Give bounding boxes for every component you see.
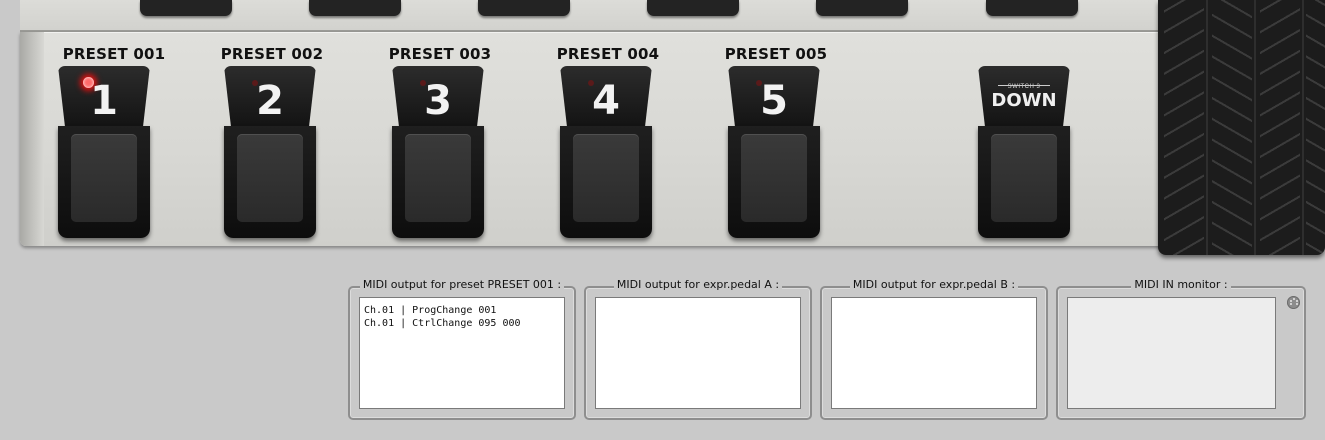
midi-in-title: MIDI IN monitor : [1131,278,1231,291]
midi-connector-icon [1287,296,1300,309]
footswitch-pad [71,134,137,222]
footswitch-number: 1 [90,78,118,124]
pedal-tread-icon [1164,0,1204,255]
footswitch-number: 5 [760,78,788,124]
footswitch-4[interactable]: 4 [560,66,652,238]
preset-label-1: PRESET 001 [62,45,166,63]
footswitch-body [392,126,484,238]
pedal-tread-icon [1212,0,1252,255]
down-label: DOWN [978,85,1070,112]
preset-label-3: PRESET 003 [388,45,492,63]
footswitch-pad [991,134,1057,222]
footswitch-body [728,126,820,238]
footswitch-body [58,126,150,238]
footswitch-5[interactable]: 5 [728,66,820,238]
footswitch-number: 3 [424,78,452,124]
expr-b-log[interactable] [831,297,1037,409]
expression-pedal[interactable] [1158,0,1325,255]
pedal-rail [1254,0,1256,255]
pedal-tread-icon [1260,0,1300,255]
footswitch-pad [237,134,303,222]
pedal-tread-icon [1306,0,1325,255]
footswitch-body [978,126,1070,238]
down-footswitch[interactable]: SWITCH 3 DOWN [978,66,1070,238]
footswitch-3[interactable]: 3 [392,66,484,238]
footswitch-2[interactable]: 2 [224,66,316,238]
midi-in-log[interactable] [1067,297,1276,409]
preset-output-log[interactable]: Ch.01 | ProgChange 001 Ch.01 | CtrlChang… [359,297,565,409]
midi-in-panel: MIDI IN monitor : [1056,278,1306,420]
expr-a-log[interactable] [595,297,801,409]
footswitch-1[interactable]: 1 [58,66,150,238]
footswitch-number: 2 [256,78,284,124]
expr-b-title: MIDI output for expr.pedal B : [849,278,1019,291]
footswitch-pad [405,134,471,222]
pedal-board-edge [20,32,44,246]
pedal-rail [1302,0,1304,255]
footswitch-body [560,126,652,238]
footswitch-pad [741,134,807,222]
log-line: Ch.01 | ProgChange 001 [364,305,497,316]
upper-switch-5[interactable] [816,0,908,16]
footswitch-body [224,126,316,238]
preset-label-4: PRESET 004 [556,45,660,63]
preset-output-panel: MIDI output for preset PRESET 001 : Ch.0… [348,278,576,420]
expr-a-panel: MIDI output for expr.pedal A : [584,278,812,420]
upper-switch-1[interactable] [140,0,232,16]
preset-label-5: PRESET 005 [724,45,828,63]
footswitch-pad [573,134,639,222]
preset-label-2: PRESET 002 [220,45,324,63]
expr-a-title: MIDI output for expr.pedal A : [613,278,783,291]
upper-switch-4[interactable] [647,0,739,16]
upper-switch-2[interactable] [309,0,401,16]
upper-switch-6[interactable] [986,0,1078,16]
expr-b-panel: MIDI output for expr.pedal B : [820,278,1048,420]
preset-output-title: MIDI output for preset PRESET 001 : [359,278,565,291]
pedal-rail [1206,0,1208,255]
upper-switch-3[interactable] [478,0,570,16]
log-line: Ch.01 | CtrlChange 095 000 [364,318,521,329]
footswitch-number: 4 [592,78,620,124]
